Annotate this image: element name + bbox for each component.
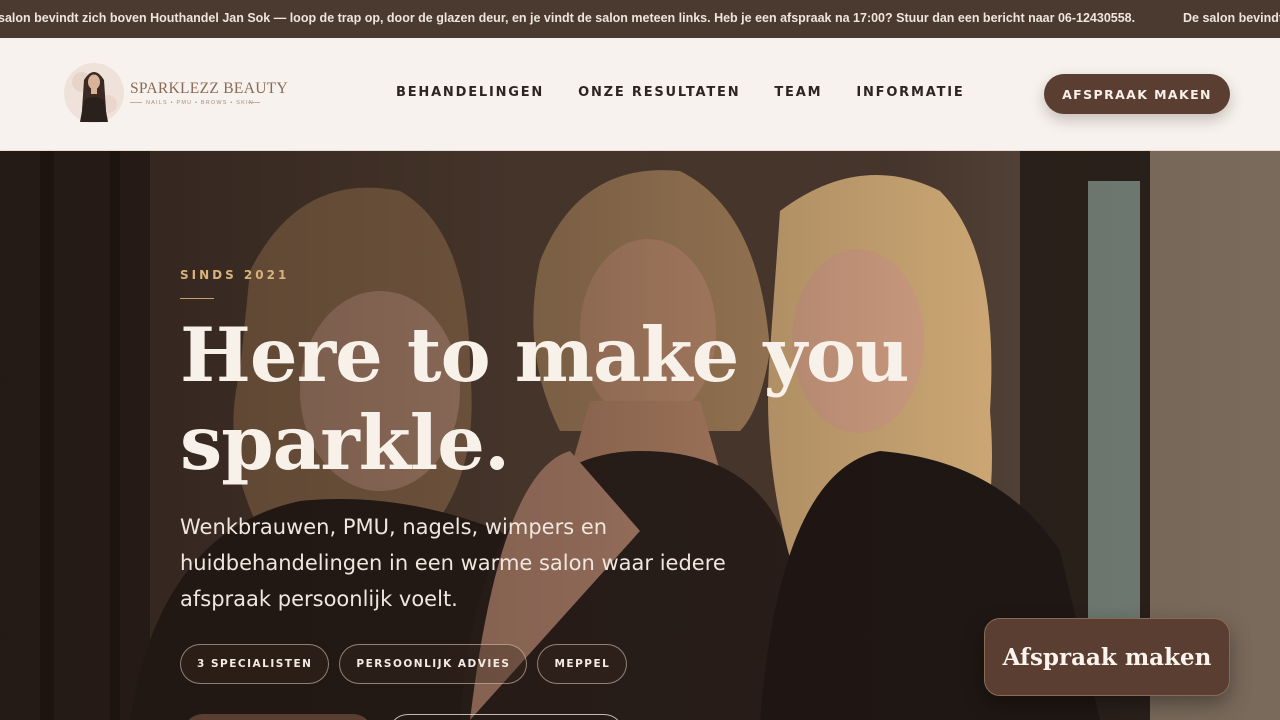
announcement-bar: salon bevindt zich boven Houthandel Jan … <box>0 0 1280 38</box>
logo-divider-left <box>130 102 142 103</box>
nav-item-team[interactable]: TEAM <box>774 85 822 100</box>
nav-item-behandelingen[interactable]: BEHANDELINGEN <box>396 85 544 100</box>
hero-primary-button[interactable] <box>183 714 373 720</box>
nav-item-onze-resultaten[interactable]: ONZE RESULTATEN <box>578 85 740 100</box>
pill-personal-advice: PERSOONLIJK ADVIES <box>339 644 528 684</box>
hero-subtext: Wenkbrauwen, PMU, nagels, wimpers en hui… <box>180 515 726 611</box>
pill-specialists: 3 SPECIALISTEN <box>180 644 330 684</box>
logo-divider-right <box>248 102 260 103</box>
book-appointment-button[interactable]: AFSPRAAK MAKEN <box>1044 74 1230 114</box>
brand-name: SPARKLEZZ BEAUTY <box>130 80 288 97</box>
hero-eyebrow: SINDS 2021 <box>180 268 290 282</box>
eyebrow-divider <box>180 298 214 299</box>
brand-logo[interactable]: SPARKLEZZ BEAUTY NAILS • PMU • BROWS • S… <box>58 60 288 126</box>
logo-portrait-icon <box>64 63 124 123</box>
hero-feature-pills: 3 SPECIALISTEN PERSOONLIJK ADVIES MEPPEL <box>180 644 628 684</box>
floating-appointment-button[interactable]: Afspraak maken <box>984 618 1230 696</box>
main-nav: BEHANDELINGEN ONZE RESULTATEN TEAM INFOR… <box>396 85 999 100</box>
brand-tagline: NAILS • PMU • BROWS • SKIN <box>146 100 254 106</box>
hero-headline: Here to make you sparkle. <box>180 311 910 487</box>
nav-item-informatie[interactable]: INFORMATIE <box>856 85 964 100</box>
hero-secondary-button[interactable] <box>388 714 624 720</box>
announcement-text-repeat: De salon bevindt <box>1183 11 1280 25</box>
site-header: SPARKLEZZ BEAUTY NAILS • PMU • BROWS • S… <box>0 38 1280 151</box>
pill-location: MEPPEL <box>537 644 628 684</box>
announcement-text: salon bevindt zich boven Houthandel Jan … <box>0 11 1136 25</box>
